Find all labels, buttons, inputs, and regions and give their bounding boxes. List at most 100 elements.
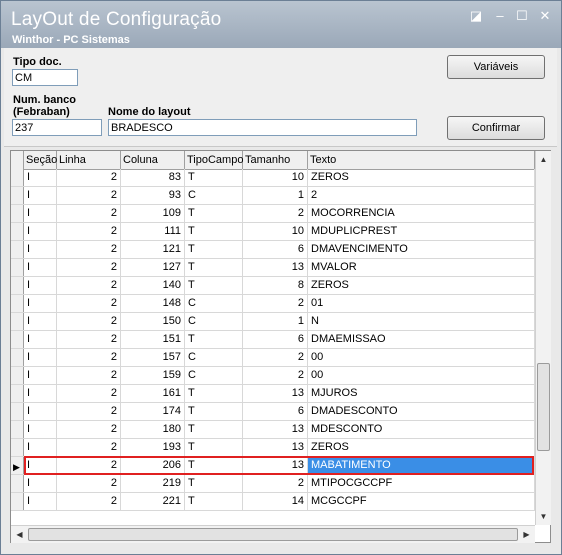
cell-coluna[interactable]: 148 [121,295,185,312]
cell-secao[interactable]: I [24,367,57,384]
horizontal-scrollbar[interactable]: ◀ ▶ [11,525,535,543]
row-indicator[interactable] [11,475,24,492]
cell-linha[interactable]: 2 [57,241,121,258]
cell-texto[interactable]: MVALOR [308,259,535,276]
scroll-left-icon[interactable]: ◀ [12,527,27,542]
cell-texto[interactable]: MCGCCPF [308,493,535,510]
cell-secao[interactable]: I [24,187,57,204]
row-indicator[interactable] [11,205,24,222]
cell-texto[interactable]: ZEROS [308,277,535,294]
maximize-button[interactable]: ☐ [515,9,529,23]
cell-texto[interactable]: MTIPOCGCCPF [308,475,535,492]
cell-linha[interactable]: 2 [57,367,121,384]
cell-coluna[interactable]: 83 [121,169,185,186]
cell-texto[interactable]: MABATIMENTO [308,457,535,474]
cell-linha[interactable]: 2 [57,205,121,222]
cell-coluna[interactable]: 140 [121,277,185,294]
scroll-down-icon[interactable]: ▼ [536,509,551,524]
cell-tipocampo[interactable]: T [185,493,243,510]
cell-tamanho[interactable]: 6 [243,403,308,420]
table-row[interactable]: I 2 180 T 13 MDESCONTO [11,421,535,439]
scroll-right-icon[interactable]: ▶ [519,527,534,542]
cell-tipocampo[interactable]: T [185,475,243,492]
cell-tipocampo[interactable]: T [185,421,243,438]
table-row[interactable]: I 2 93 C 1 2 [11,187,535,205]
table-row[interactable]: I 2 159 C 2 00 [11,367,535,385]
cell-tipocampo[interactable]: C [185,295,243,312]
cell-coluna[interactable]: 180 [121,421,185,438]
cell-secao[interactable]: I [24,313,57,330]
row-indicator[interactable] [11,493,24,510]
cell-linha[interactable]: 2 [57,403,121,420]
cell-linha[interactable]: 2 [57,259,121,276]
vertical-scrollbar[interactable]: ▲ ▼ [535,151,551,525]
cell-tamanho[interactable]: 13 [243,385,308,402]
row-indicator[interactable] [11,295,24,312]
cell-secao[interactable]: I [24,493,57,510]
layout-grid[interactable]: Seção Linha Coluna TipoCampo Tamanho Tex… [10,150,551,543]
cell-tipocampo[interactable]: C [185,187,243,204]
cell-texto[interactable]: DMAVENCIMENTO [308,241,535,258]
table-row[interactable]: I 2 150 C 1 N [11,313,535,331]
cell-linha[interactable]: 2 [57,349,121,366]
table-row[interactable]: I 2 221 T 14 MCGCCPF [11,493,535,511]
column-header-linha[interactable]: Linha [57,151,121,169]
cell-coluna[interactable]: 159 [121,367,185,384]
cell-texto[interactable]: MDESCONTO [308,421,535,438]
cell-tipocampo[interactable]: T [185,223,243,240]
cell-secao[interactable]: I [24,259,57,276]
cell-texto[interactable]: DMADESCONTO [308,403,535,420]
cell-texto[interactable]: 00 [308,367,535,384]
table-row[interactable]: I 2 111 T 10 MDUPLICPREST [11,223,535,241]
table-row[interactable]: I 2 109 T 2 MOCORRENCIA [11,205,535,223]
cell-secao[interactable]: I [24,223,57,240]
cell-linha[interactable]: 2 [57,313,121,330]
cell-coluna[interactable]: 219 [121,475,185,492]
table-row[interactable]: I 2 161 T 13 MJUROS [11,385,535,403]
cell-texto[interactable]: DMAEMISSAO [308,331,535,348]
cell-coluna[interactable]: 174 [121,403,185,420]
cell-texto[interactable]: 2 [308,187,535,204]
column-header-texto[interactable]: Texto [308,151,535,169]
table-row[interactable]: I 2 83 T 10 ZEROS [11,169,535,187]
cell-texto[interactable]: 00 [308,349,535,366]
cell-linha[interactable]: 2 [57,295,121,312]
cell-coluna[interactable]: 121 [121,241,185,258]
cell-tamanho[interactable]: 2 [243,295,308,312]
cell-tipocampo[interactable]: C [185,313,243,330]
cell-linha[interactable]: 2 [57,277,121,294]
cell-tipocampo[interactable]: C [185,349,243,366]
confirmar-button[interactable]: Confirmar [447,116,545,140]
title-bar[interactable]: LayOut de Configuração Winthor - PC Sist… [1,1,561,48]
table-row[interactable]: I 2 157 C 2 00 [11,349,535,367]
table-row[interactable]: I 2 127 T 13 MVALOR [11,259,535,277]
horizontal-scroll-thumb[interactable] [28,528,518,541]
cell-linha[interactable]: 2 [57,421,121,438]
cell-tamanho[interactable]: 8 [243,277,308,294]
cell-tipocampo[interactable]: T [185,205,243,222]
row-indicator[interactable] [11,313,24,330]
cell-texto[interactable]: MOCORRENCIA [308,205,535,222]
table-row[interactable]: ▶ I 2 206 T 13 MABATIMENTO [11,456,535,475]
minimize-button[interactable]: – [493,9,507,23]
cell-secao[interactable]: I [24,277,57,294]
row-indicator[interactable] [11,169,24,186]
cell-secao[interactable]: I [24,331,57,348]
num-banco-input[interactable]: 237 [12,119,102,136]
column-header-tamanho[interactable]: Tamanho [243,151,308,169]
close-button[interactable]: ✕ [538,9,552,23]
row-indicator[interactable] [11,403,24,420]
cell-secao[interactable]: I [24,349,57,366]
table-row[interactable]: I 2 174 T 6 DMADESCONTO [11,403,535,421]
cell-tamanho[interactable]: 13 [243,259,308,276]
cell-coluna[interactable]: 111 [121,223,185,240]
cell-coluna[interactable]: 150 [121,313,185,330]
cell-tipocampo[interactable]: T [185,241,243,258]
row-indicator[interactable] [11,277,24,294]
cell-coluna[interactable]: 206 [121,457,185,474]
cell-linha[interactable]: 2 [57,439,121,456]
cell-secao[interactable]: I [24,475,57,492]
cell-secao[interactable]: I [24,169,57,186]
row-indicator[interactable] [11,421,24,438]
cell-linha[interactable]: 2 [57,475,121,492]
